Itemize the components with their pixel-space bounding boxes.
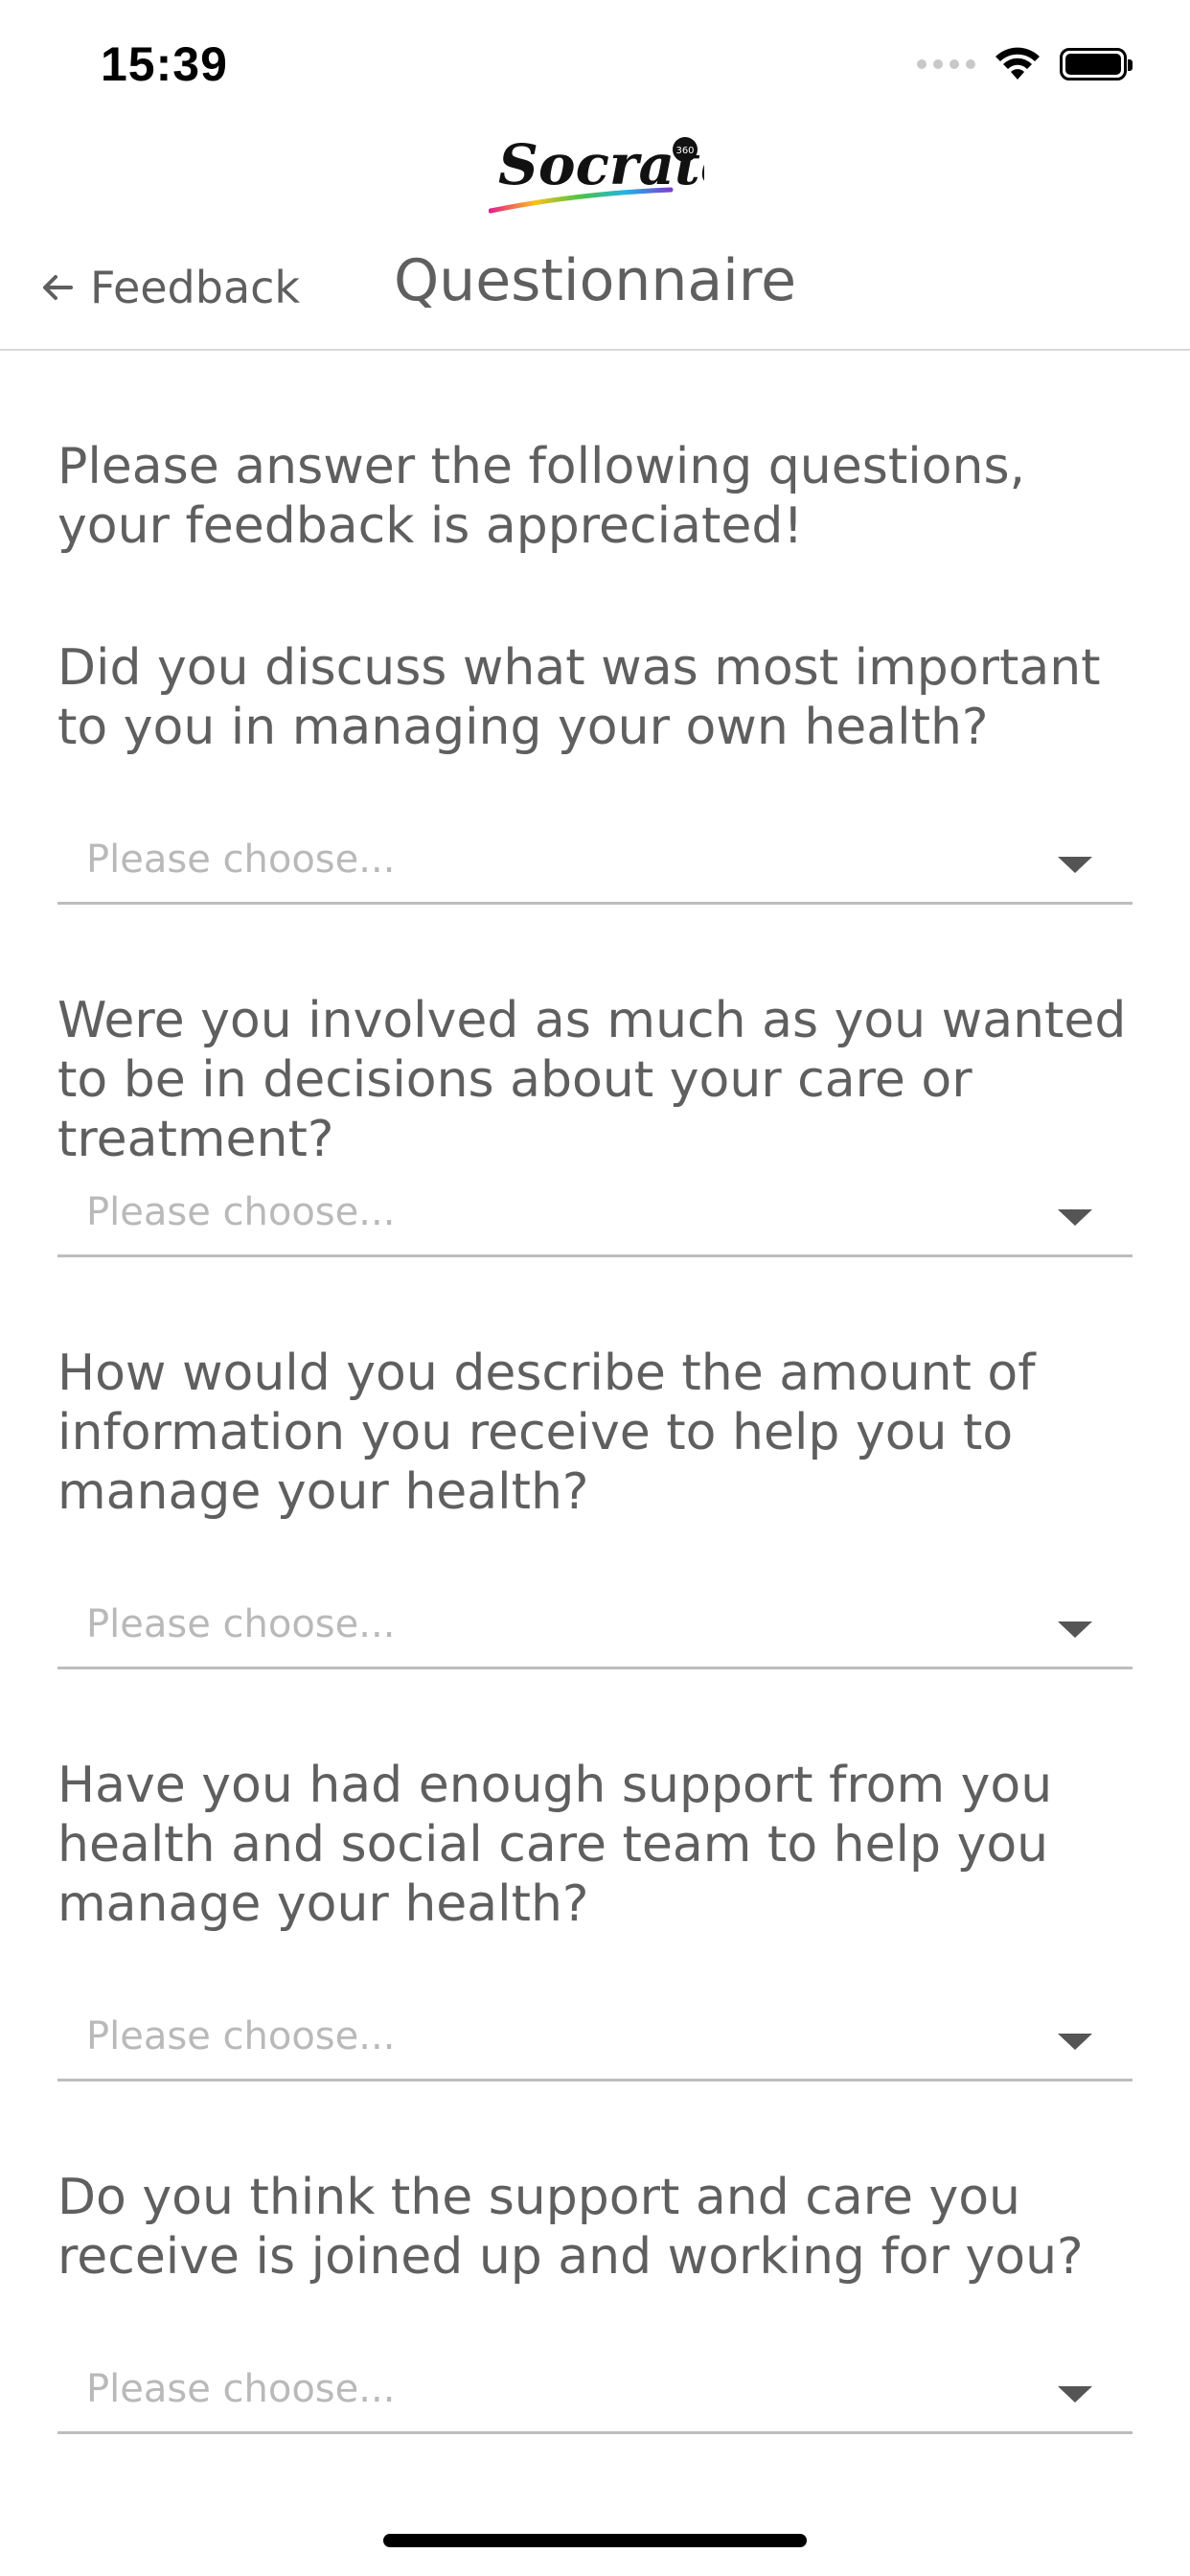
question-5-select[interactable]: Please choose...: [57, 2358, 1133, 2434]
svg-text:Socrates: Socrates: [498, 132, 704, 197]
question-5: Do you think the support and care you re…: [57, 2168, 1133, 2287]
cellular-signal-icon: [917, 59, 975, 69]
question-1-placeholder: Please choose...: [86, 838, 396, 882]
question-2-placeholder: Please choose...: [86, 1190, 396, 1234]
question-5-placeholder: Please choose...: [86, 2367, 396, 2411]
question-2: Were you involved as much as you wanted …: [57, 991, 1133, 1169]
status-icons: [917, 42, 1133, 86]
battery-icon: [1060, 48, 1133, 80]
wifi-icon: [995, 47, 1040, 80]
question-3-placeholder: Please choose...: [86, 1602, 396, 1646]
caret-down-icon: [1058, 1209, 1092, 1226]
caret-down-icon: [1058, 1622, 1092, 1638]
question-5-text: Do you think the support and care you re…: [57, 2169, 1084, 2286]
status-time: 15:39: [101, 37, 228, 91]
caret-down-icon: [1058, 2386, 1092, 2403]
nav-bar: Feedback Questionnaire: [0, 240, 1190, 351]
status-bar: 15:39: [0, 0, 1190, 125]
caret-down-icon: [1058, 857, 1092, 873]
question-3-select[interactable]: Please choose...: [57, 1593, 1133, 1669]
question-4-select[interactable]: Please choose...: [57, 2005, 1133, 2082]
intro-text: Please answer the following questions, y…: [57, 438, 1026, 555]
home-indicator: [383, 2534, 807, 2547]
question-1: Did you discuss what was most important …: [57, 638, 1133, 757]
question-4-placeholder: Please choose...: [86, 2014, 396, 2058]
svg-text:360: 360: [675, 146, 694, 156]
question-2-select[interactable]: Please choose...: [57, 1181, 1133, 1257]
socrates-logo-icon: Socrates 360: [489, 132, 704, 214]
question-3: How would you describe the amount of inf…: [57, 1344, 1133, 1522]
question-1-select[interactable]: Please choose...: [57, 828, 1133, 905]
question-3-text: How would you describe the amount of inf…: [57, 1345, 1036, 1521]
question-1-text: Did you discuss what was most important …: [57, 639, 1101, 756]
page-title: Questionnaire: [393, 247, 797, 314]
question-4: Have you had enough support from you hea…: [57, 1756, 1133, 1934]
question-2-text: Were you involved as much as you wanted …: [57, 992, 1127, 1168]
caret-down-icon: [1058, 2034, 1092, 2050]
question-4-text: Have you had enough support from you hea…: [57, 1757, 1053, 1933]
questionnaire-screen: 15:39 Socrates: [0, 0, 1190, 2576]
